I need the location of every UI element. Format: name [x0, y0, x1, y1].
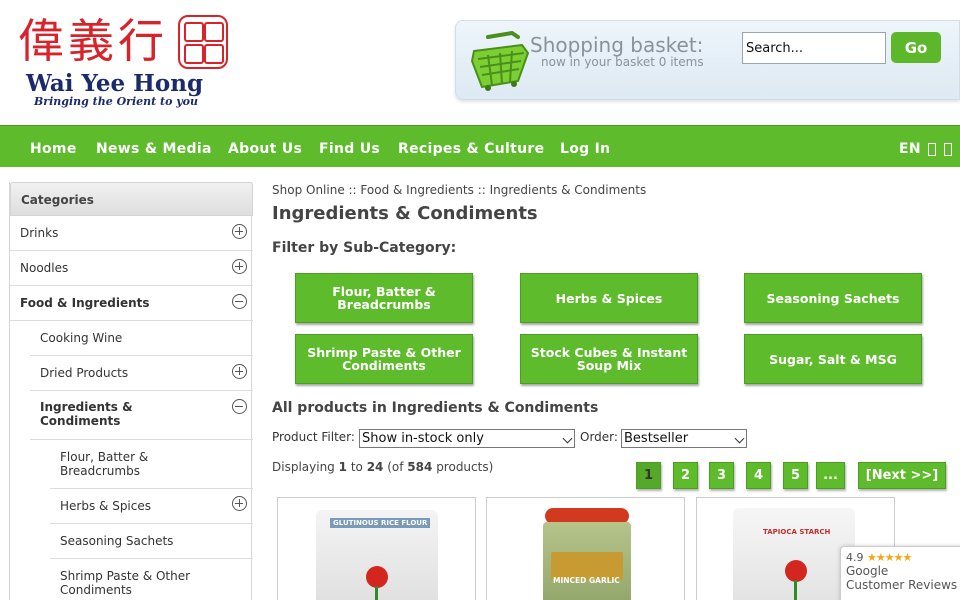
expand-plus-icon[interactable]: [232, 224, 247, 239]
subcategory-sugar-salt-button[interactable]: Sugar, Salt & MSG: [744, 334, 922, 384]
main-navigation: Home News & Media About Us Find Us Recip…: [0, 125, 960, 167]
sidebar-item-drinks[interactable]: Drinks: [10, 216, 253, 251]
all-products-heading: All products in Ingredients & Condiments: [272, 400, 599, 416]
sidebar-item-label: Food & Ingredients: [20, 296, 150, 310]
rose-logo-icon: [785, 560, 807, 582]
sidebar-item-noodles[interactable]: Noodles: [10, 251, 253, 286]
breadcrumb[interactable]: Shop Online :: Food & Ingredients :: Ing…: [272, 183, 646, 197]
sidebar-item-label: Shrimp Paste & Other Condiments: [60, 569, 191, 597]
next-page-button[interactable]: [Next >>]: [858, 462, 946, 489]
logo-seal-icon: [178, 15, 228, 69]
sidebar-item-label: Seasoning Sachets: [60, 534, 174, 548]
sidebar-item-ingredients-condiments[interactable]: Ingredients & Condiments: [30, 391, 253, 440]
site-logo[interactable]: 偉義行 Wai Yee Hong Bringing the Orient to …: [16, 12, 231, 112]
nav-find-us[interactable]: Find Us: [319, 126, 380, 172]
product-filter-value: Show in-stock only: [362, 431, 484, 446]
nav-home[interactable]: Home: [30, 126, 77, 172]
sidebar-item-seasoning-sachets[interactable]: Seasoning Sachets: [50, 524, 253, 559]
category-sidebar: Categories Drinks Noodles Food & Ingredi…: [9, 182, 253, 600]
collapse-minus-icon[interactable]: [232, 294, 247, 309]
rose-stem: [794, 580, 797, 600]
page-4-button[interactable]: 4: [746, 462, 771, 489]
logo-chinese-name: 偉義行: [18, 14, 168, 68]
sidebar-item-label: Herbs & Spices: [60, 499, 151, 513]
nav-recipes-culture[interactable]: Recipes & Culture: [398, 126, 544, 172]
order-value: Bestseller: [624, 431, 689, 446]
sidebar-item-dried-products[interactable]: Dried Products: [30, 356, 253, 391]
twitter-icon[interactable]: [944, 143, 952, 156]
subcategory-flour-button[interactable]: Flour, Batter & Breadcrumbs: [295, 273, 473, 323]
product-package-label: GLUTINOUS RICE FLOUR: [330, 518, 431, 528]
rose-logo-icon: [366, 566, 388, 588]
subcategory-filter-heading: Filter by Sub-Category:: [272, 240, 457, 256]
google-reviews-badge[interactable]: 4.9 ★★★★★ Google Customer Reviews: [840, 546, 960, 600]
page-title: Ingredients & Condiments: [272, 203, 538, 224]
chevron-down-icon: [734, 433, 745, 444]
product-package-label: TAPIOCA STARCH: [763, 528, 831, 536]
order-label: Order:: [580, 430, 618, 444]
expand-plus-icon[interactable]: [232, 259, 247, 274]
collapse-minus-icon[interactable]: [232, 399, 247, 414]
page-5-button[interactable]: 5: [783, 462, 808, 489]
page-ellipsis-button[interactable]: ...: [816, 462, 845, 489]
customer-reviews-label: Customer Reviews: [846, 578, 958, 592]
product-card[interactable]: MINCED GARLIC: [486, 497, 685, 600]
nav-news-media[interactable]: News & Media: [96, 126, 212, 172]
product-card[interactable]: GLUTINOUS RICE FLOUR: [277, 497, 476, 600]
site-header: 偉義行 Wai Yee Hong Bringing the Orient to …: [0, 0, 960, 125]
rose-stem: [375, 586, 378, 600]
subcategory-herbs-button[interactable]: Herbs & Spices: [520, 273, 698, 323]
sidebar-item-herbs-spices[interactable]: Herbs & Spices: [50, 489, 253, 524]
product-filter-select[interactable]: Show in-stock only: [359, 429, 575, 448]
subcategory-stock-cubes-button[interactable]: Stock Cubes & Instant Soup Mix: [520, 334, 698, 384]
nav-about-us[interactable]: About Us: [228, 126, 302, 172]
chevron-down-icon: [562, 433, 573, 444]
subcategory-shrimp-paste-button[interactable]: Shrimp Paste & Other Condiments: [295, 334, 473, 384]
sidebar-item-label: Dried Products: [40, 366, 129, 380]
language-selector[interactable]: EN: [899, 126, 921, 172]
sidebar-item-label: Drinks: [20, 226, 59, 240]
expand-plus-icon[interactable]: [232, 364, 247, 379]
search-go-button[interactable]: Go: [891, 32, 941, 63]
basket-icon[interactable]: [468, 31, 530, 93]
sidebar-item-label: Ingredients & Condiments: [40, 400, 133, 428]
google-label: Google: [846, 564, 889, 578]
sidebar-item-label: Noodles: [20, 261, 69, 275]
subcategory-seasoning-button[interactable]: Seasoning Sachets: [744, 273, 922, 323]
expand-plus-icon[interactable]: [232, 496, 247, 511]
logo-brand-name: Wai Yee Hong: [26, 70, 204, 97]
basket-item-count: now in your basket 0 items: [541, 55, 704, 69]
categories-heading: Categories: [10, 182, 253, 216]
logo-tagline: Bringing the Orient to you: [34, 95, 199, 108]
sidebar-item-food-ingredients[interactable]: Food & Ingredients: [10, 286, 253, 321]
basket-title[interactable]: Shopping basket:: [530, 33, 703, 57]
star-rating-icon: ★★★★★: [867, 551, 912, 564]
product-filter-label: Product Filter:: [272, 430, 355, 444]
page-3-button[interactable]: 3: [709, 462, 734, 489]
shopping-basket-panel: Shopping basket: now in your basket 0 it…: [455, 20, 960, 100]
search-input[interactable]: [742, 32, 886, 64]
sidebar-item-flour-batter[interactable]: Flour, Batter & Breadcrumbs: [50, 440, 253, 489]
facebook-icon[interactable]: [928, 143, 936, 156]
page-2-button[interactable]: 2: [673, 462, 698, 489]
results-count: Displaying 1 to 24 (of 584 products): [272, 460, 494, 474]
sidebar-item-label: Flour, Batter & Breadcrumbs: [60, 450, 149, 478]
review-rating: 4.9 ★★★★★: [846, 551, 912, 564]
sidebar-item-label: Cooking Wine: [40, 331, 123, 345]
nav-log-in[interactable]: Log In: [560, 126, 610, 172]
sidebar-item-shrimp-paste[interactable]: Shrimp Paste & Other Condiments: [50, 559, 253, 600]
sidebar-item-cooking-wine[interactable]: Cooking Wine: [30, 321, 253, 356]
product-package-label: MINCED GARLIC: [553, 576, 620, 585]
order-select[interactable]: Bestseller: [621, 429, 747, 448]
page-1-button[interactable]: 1: [636, 462, 661, 489]
